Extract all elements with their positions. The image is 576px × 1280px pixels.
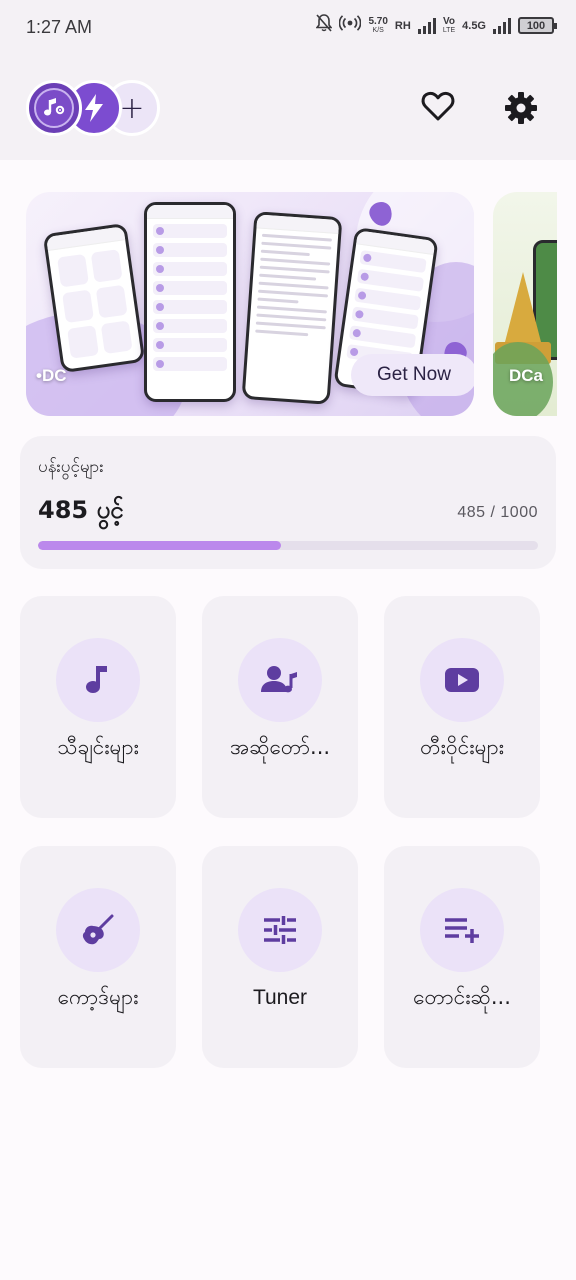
- banner2-brand: DCa: [509, 366, 544, 385]
- tile-artists[interactable]: အဆိုတော်...: [202, 596, 358, 818]
- bell-muted-icon: [315, 14, 334, 37]
- tile-label: Tuner: [252, 986, 308, 1009]
- tile-label: ကော့ဒ်များ: [57, 985, 139, 1009]
- top-bar: +: [0, 58, 576, 160]
- views-card: ပန်းပွင့်များ 485 ပွင့် 485 / 1000: [20, 436, 556, 569]
- guitar-icon: [82, 914, 114, 945]
- banner-brand: •DC: [36, 366, 67, 385]
- video-icon: [445, 668, 479, 692]
- singer-icon: [261, 666, 297, 693]
- phone-mockup-1: [42, 222, 146, 374]
- lightning-icon: [85, 94, 103, 122]
- volte-indicator: Vo LTE: [442, 15, 456, 35]
- phone-mockup-2: [144, 202, 236, 402]
- tile-requests[interactable]: တောင်းဆို...: [384, 846, 540, 1068]
- views-ratio: 485 / 1000: [457, 504, 538, 521]
- battery-level: 100: [526, 19, 546, 32]
- playlist-add-icon: [445, 918, 479, 943]
- rh-label: RH: [394, 19, 411, 32]
- views-count: 485 ပွင့်: [38, 496, 124, 524]
- tile-tuner[interactable]: Tuner: [202, 846, 358, 1068]
- tile-label: တီးဝိုင်းများ: [420, 735, 504, 759]
- network-type: 4.5G: [462, 19, 486, 32]
- volte-bottom: LTE: [442, 26, 456, 34]
- plus-icon: +: [119, 90, 145, 126]
- tile-songs[interactable]: သီချင်းများ: [20, 596, 176, 818]
- tile-icon-circle: [238, 638, 322, 722]
- tile-label: သီချင်းများ: [57, 735, 139, 759]
- tile-chords[interactable]: ကော့ဒ်များ: [20, 846, 176, 1068]
- signal-icon-2: [493, 17, 511, 34]
- battery-icon: 100: [518, 17, 557, 34]
- status-bar: 1:27 AM 5.70 K/S RH Vo LTE 4.5G 100: [0, 0, 576, 58]
- music-settings-icon: [34, 88, 74, 128]
- net-speed-unit: K/S: [372, 26, 384, 34]
- promo-banner[interactable]: •DC Get Now: [26, 192, 474, 416]
- tile-icon-circle: [56, 888, 140, 972]
- promo-banner-2[interactable]: DCa: [493, 192, 557, 416]
- tuner-sliders-icon: [264, 916, 296, 944]
- views-label: ပန်းပွင့်များ: [38, 457, 104, 477]
- music-note-icon: [86, 666, 107, 693]
- views-progress-fill: [38, 541, 281, 550]
- pagoda-icon: [505, 272, 541, 342]
- tile-icon-circle: [238, 888, 322, 972]
- tile-icon-circle: [420, 888, 504, 972]
- phone-mockup-3: [241, 211, 343, 405]
- views-progress-bar: [38, 541, 538, 550]
- tile-bands[interactable]: တီးဝိုင်းများ: [384, 596, 540, 818]
- net-speed-value: 5.70: [368, 15, 388, 27]
- gear-icon[interactable]: [503, 90, 539, 126]
- hotspot-icon: [339, 14, 362, 37]
- status-time: 1:27 AM: [26, 17, 93, 37]
- tile-label: တောင်းဆို...: [413, 985, 511, 1009]
- music-settings-logo[interactable]: [26, 80, 82, 136]
- app-logo-group[interactable]: +: [26, 80, 161, 138]
- net-speed: 5.70 K/S: [368, 15, 388, 35]
- tile-icon-circle: [420, 638, 504, 722]
- tile-icon-circle: [56, 638, 140, 722]
- tile-label: အဆိုတော်...: [229, 735, 331, 759]
- status-icons: 5.70 K/S RH Vo LTE 4.5G 100: [315, 14, 557, 37]
- get-now-button[interactable]: Get Now: [351, 354, 474, 396]
- signal-icon: [417, 17, 436, 34]
- heart-icon[interactable]: [420, 88, 456, 124]
- volte-top: Vo: [442, 15, 455, 27]
